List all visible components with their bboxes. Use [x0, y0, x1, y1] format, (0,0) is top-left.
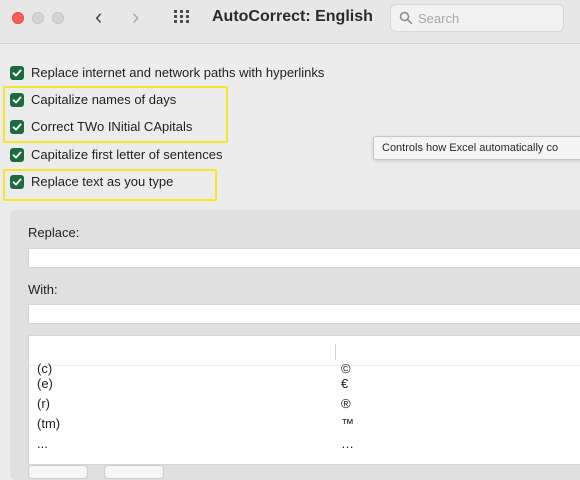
with-cell: …: [341, 436, 354, 451]
close-button[interactable]: [12, 12, 24, 24]
option-label: Replace text as you type: [31, 174, 174, 189]
replace-cell: (tm): [37, 416, 61, 431]
with-input[interactable]: [28, 304, 580, 324]
checkbox[interactable]: [10, 66, 24, 80]
replace-cell: (e): [37, 376, 53, 391]
show-all-grid-icon[interactable]: [174, 10, 190, 24]
delete-button[interactable]: [104, 465, 164, 479]
forward-chevron-icon[interactable]: ›: [132, 6, 139, 28]
title-bar: ‹ › AutoCorrect: English Search: [0, 0, 580, 44]
with-cell: ®: [341, 396, 351, 411]
search-placeholder: Search: [418, 11, 460, 26]
checkmark-icon: [12, 178, 22, 186]
add-button[interactable]: [28, 465, 88, 479]
search-field[interactable]: Search: [390, 4, 564, 32]
checkmark-icon: [12, 96, 22, 104]
checkbox[interactable]: [10, 148, 24, 162]
option-label: Capitalize first letter of sentences: [31, 147, 223, 162]
replace-cell: ...: [37, 436, 48, 451]
option-label: Replace internet and network paths with …: [31, 65, 325, 80]
zoom-button[interactable]: [52, 12, 64, 24]
with-label: With:: [28, 282, 58, 297]
autocorrect-table[interactable]: (c) © (e) € (r) ® (tm) ™ ... …: [28, 335, 580, 465]
with-cell: ™: [341, 416, 354, 431]
table-row[interactable]: (tm) ™: [29, 414, 580, 434]
option-label: Correct TWo INitial CApitals: [31, 119, 193, 134]
option-label: Capitalize names of days: [31, 92, 177, 107]
replace-label: Replace:: [28, 225, 80, 240]
replace-cell: (r): [37, 396, 50, 411]
checkbox[interactable]: [10, 93, 24, 107]
table-row[interactable]: (e) €: [29, 374, 580, 394]
checkbox[interactable]: [10, 120, 24, 134]
replace-input[interactable]: [28, 248, 580, 268]
table-row[interactable]: ... …: [29, 434, 580, 454]
window-title: AutoCorrect: English: [212, 8, 373, 25]
search-icon: [399, 11, 413, 25]
checkmark-icon: [12, 151, 22, 159]
table-row[interactable]: (r) ®: [29, 394, 580, 414]
with-cell: €: [341, 376, 349, 391]
column-divider: [335, 344, 336, 360]
checkmark-icon: [12, 69, 22, 77]
back-chevron-icon[interactable]: ‹: [95, 6, 102, 28]
checkmark-icon: [12, 123, 22, 131]
minimize-button[interactable]: [32, 12, 44, 24]
checkbox[interactable]: [10, 175, 24, 189]
tooltip: Controls how Excel automatically co: [373, 136, 580, 160]
